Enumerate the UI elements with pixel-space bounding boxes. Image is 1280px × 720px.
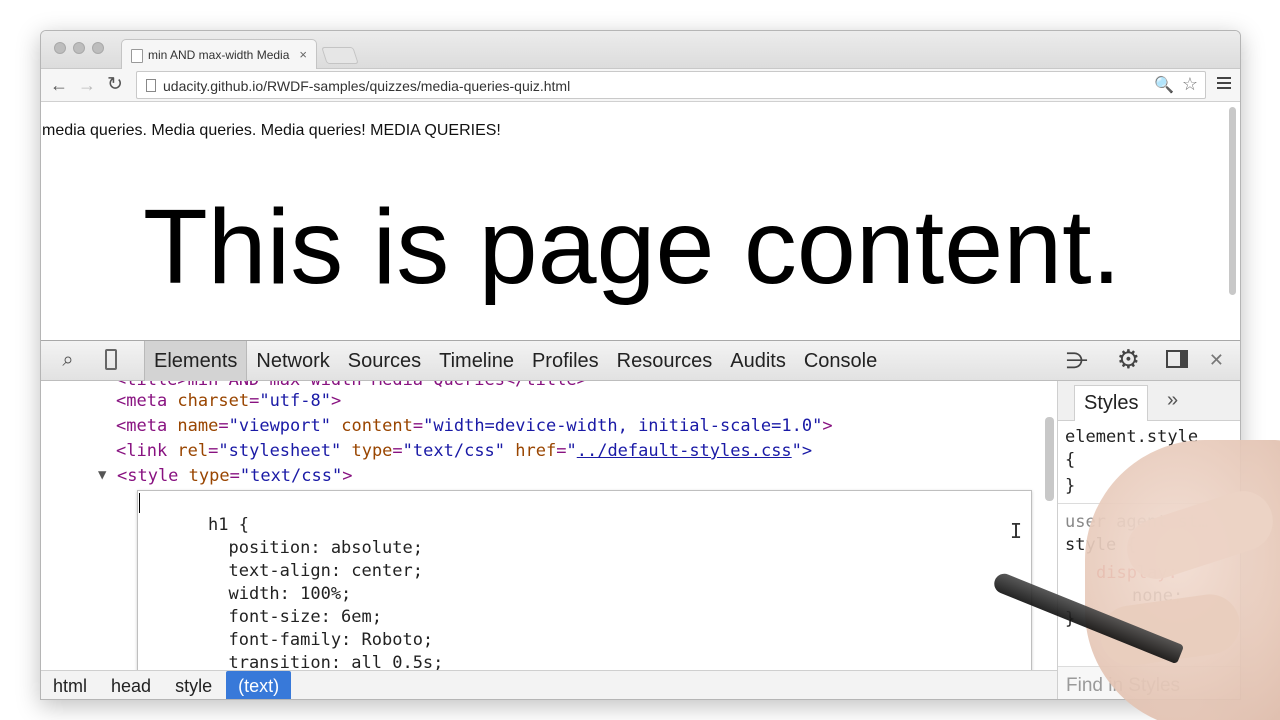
title-bar: min AND max-width Media × bbox=[41, 31, 1240, 70]
tab-title: min AND max-width Media bbox=[148, 48, 290, 62]
close-icon[interactable]: ✕ bbox=[1209, 350, 1224, 371]
css-text-editor[interactable]: h1 { position: absolute; text-align: cen… bbox=[137, 490, 1032, 670]
tab-profiles[interactable]: Profiles bbox=[523, 341, 608, 381]
elements-scrollbar[interactable] bbox=[1045, 417, 1054, 501]
more-tabs-icon[interactable]: » bbox=[1167, 389, 1178, 412]
code-line: h1 { bbox=[208, 515, 249, 535]
tab-network[interactable]: Network bbox=[247, 341, 338, 381]
address-bar[interactable]: udacity.github.io/RWDF-samples/quizzes/m… bbox=[136, 71, 1206, 99]
sidebar-tabs: Styles » bbox=[1058, 381, 1240, 421]
stylesheet-link[interactable]: ../default-styles.css bbox=[577, 441, 792, 461]
window-minimize-button[interactable] bbox=[73, 42, 85, 54]
zoom-icon[interactable]: 🔍 bbox=[1154, 75, 1174, 95]
hamburger-menu-icon[interactable] bbox=[1217, 74, 1231, 94]
code-line: font-size: 6em; bbox=[208, 607, 382, 627]
code-line: font-family: Roboto; bbox=[208, 630, 434, 650]
tab-console[interactable]: Console bbox=[795, 341, 886, 381]
rule-close-brace: } bbox=[1065, 609, 1076, 629]
dom-node-title[interactable]: <title>min AND max-width Media Queries</… bbox=[116, 381, 587, 390]
code-line: text-align: center; bbox=[208, 561, 423, 581]
css-property-value[interactable]: none; bbox=[1132, 586, 1183, 606]
search-icon[interactable]: ⌕ bbox=[55, 349, 81, 372]
forward-arrow-icon[interactable]: → bbox=[74, 73, 100, 97]
tab-styles[interactable]: Styles bbox=[1074, 385, 1149, 421]
breadcrumb-style[interactable]: style bbox=[163, 671, 224, 699]
element-style-selector: element.style bbox=[1065, 427, 1199, 447]
page-scrollbar[interactable] bbox=[1229, 107, 1236, 295]
code-line: position: absolute; bbox=[208, 538, 423, 558]
user-agent-label: user agent st… bbox=[1065, 512, 1209, 532]
tab-timeline[interactable]: Timeline bbox=[430, 341, 523, 381]
styles-filter-input[interactable]: Find in Styles bbox=[1058, 666, 1240, 699]
tab-audits[interactable]: Audits bbox=[721, 341, 795, 381]
breadcrumb: html head style (text) bbox=[41, 670, 1057, 699]
browser-window: min AND max-width Media × ← → ↻ udacity.… bbox=[40, 30, 1241, 700]
breadcrumb-html[interactable]: html bbox=[41, 671, 99, 699]
breadcrumb-head[interactable]: head bbox=[99, 671, 163, 699]
tab-sources[interactable]: Sources bbox=[339, 341, 430, 381]
devtools-tabs: Elements Network Sources Timeline Profil… bbox=[144, 341, 886, 381]
tab-close-icon[interactable]: × bbox=[299, 47, 307, 62]
device-mode-icon[interactable] bbox=[98, 349, 124, 376]
breadcrumb-text[interactable]: (text) bbox=[226, 671, 292, 699]
tab-elements[interactable]: Elements bbox=[144, 341, 248, 381]
dom-node-meta-viewport[interactable]: <meta name="viewport" content="width=dev… bbox=[116, 416, 833, 436]
page-icon bbox=[146, 79, 156, 92]
code-line: transition: all 0.5s; bbox=[208, 653, 444, 670]
tab-resources[interactable]: Resources bbox=[608, 341, 722, 381]
devtools-panel: ⌕ Elements Network Sources Timeline Prof… bbox=[41, 340, 1240, 699]
filter-placeholder: Find in Styles bbox=[1066, 675, 1181, 696]
page-favicon-icon bbox=[131, 49, 143, 63]
new-tab-button[interactable] bbox=[321, 47, 359, 64]
media-queries-text: media queries. Media queries. Media quer… bbox=[42, 122, 501, 139]
expand-triangle-icon[interactable]: ▼ bbox=[98, 467, 106, 483]
browser-tab[interactable]: min AND max-width Media × bbox=[121, 39, 317, 70]
text-cursor-icon: I bbox=[1010, 519, 1023, 543]
window-close-button[interactable] bbox=[54, 42, 66, 54]
divider bbox=[1058, 503, 1240, 504]
close-brace: } bbox=[1065, 476, 1076, 496]
url-text[interactable]: udacity.github.io/RWDF-samples/quizzes/m… bbox=[163, 78, 570, 94]
window-maximize-button[interactable] bbox=[92, 42, 104, 54]
gear-icon[interactable]: ⚙ bbox=[1117, 344, 1140, 375]
styles-sidebar: Styles » element.style { } user agent st… bbox=[1057, 381, 1240, 699]
dock-side-icon[interactable] bbox=[1166, 348, 1188, 374]
text-caret bbox=[139, 493, 140, 513]
style-rule-selector: style { bbox=[1065, 535, 1137, 555]
code-line: width: 100%; bbox=[208, 584, 352, 604]
back-arrow-icon[interactable]: ← bbox=[46, 73, 72, 97]
browser-toolbar: ← → ↻ udacity.github.io/RWDF-samples/qui… bbox=[41, 69, 1240, 102]
page-heading: This is page content. bbox=[142, 188, 1122, 306]
page-viewport: media queries. Media queries. Media quer… bbox=[41, 103, 1240, 340]
show-drawer-icon[interactable]: ⋺ bbox=[1066, 348, 1088, 374]
dom-node-style[interactable]: <style type="text/css"> bbox=[117, 466, 352, 486]
dom-node-meta-charset[interactable]: <meta charset="utf-8"> bbox=[116, 391, 341, 411]
dom-node-link[interactable]: <link rel="stylesheet" type="text/css" h… bbox=[116, 441, 812, 461]
css-property-name[interactable]: display: bbox=[1096, 563, 1178, 583]
elements-tree: <title>min AND max-width Media Queries</… bbox=[41, 381, 1057, 670]
devtools-toolbar: ⌕ Elements Network Sources Timeline Prof… bbox=[41, 341, 1240, 381]
reload-icon[interactable]: ↻ bbox=[102, 73, 128, 97]
open-brace: { bbox=[1065, 450, 1076, 470]
bookmark-star-icon[interactable]: ☆ bbox=[1182, 74, 1198, 95]
